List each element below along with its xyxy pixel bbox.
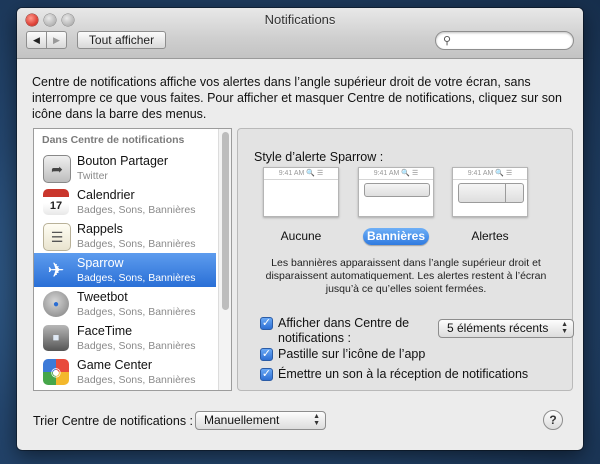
preview-menubar: 9:41 AM 🔍 ☰ (359, 168, 433, 180)
show-all-button[interactable]: Tout afficher (77, 31, 166, 49)
scroll-thumb[interactable] (222, 132, 229, 310)
item-subtitle: Badges, Sons, Bannières (77, 340, 196, 352)
alert-style-description: Les bannières apparaissent dans l’angle … (265, 257, 547, 295)
search-input[interactable] (458, 33, 566, 48)
title-bar: Notifications ◀ ▶ Tout afficher ⚲ (17, 8, 583, 59)
list-item-bouton-partager[interactable]: ➦ Bouton Partager Twitter (34, 151, 216, 185)
item-name: Game Center (77, 358, 153, 372)
style-option-alerts[interactable]: Alertes (450, 229, 530, 243)
list-item-sparrow[interactable]: ✈ Sparrow Badges, Sons, Bannières (34, 253, 216, 287)
item-name: Sparrow (77, 256, 124, 270)
preview-menubar: 9:41 AM 🔍 ☰ (453, 168, 527, 180)
description-text: Centre de notifications affiche vos aler… (32, 75, 562, 121)
alert-shape (458, 183, 524, 203)
sound-label: Émettre un son à la réception de notific… (278, 367, 529, 381)
item-name: Rappels (77, 222, 123, 236)
item-subtitle: Badges, Sons, Bannières (77, 238, 196, 250)
alert-divider (505, 184, 506, 202)
banner-shape (364, 183, 430, 197)
sort-select[interactable]: Manuellement ▲ ▼ (195, 411, 326, 430)
list-item-game-center[interactable]: ◉ Game Center Badges, Sons, Bannières (34, 355, 216, 389)
recent-count-value: 5 éléments récents (447, 321, 549, 335)
back-button[interactable]: ◀ (26, 31, 47, 49)
style-preview-alerts[interactable]: 9:41 AM 🔍 ☰ (452, 167, 528, 217)
item-name: FaceTime (77, 324, 133, 338)
preview-menubar: 9:41 AM 🔍 ☰ (264, 168, 338, 180)
list-scrollbar[interactable] (218, 129, 231, 390)
sort-label: Trier Centre de notifications : (33, 414, 194, 428)
item-subtitle: Badges, Sons, Bannières (77, 272, 196, 284)
item-subtitle: Badges, Sons, Bannières (77, 374, 196, 386)
item-subtitle: Twitter (77, 170, 108, 182)
badge-checkbox[interactable]: ✓ (260, 348, 273, 361)
show-in-center-checkbox[interactable]: ✓ (260, 317, 273, 330)
style-option-none[interactable]: Aucune (261, 229, 341, 243)
select-arrows-icon: ▲ ▼ (561, 321, 568, 335)
item-subtitle: Badges, Sons, Bannières (77, 306, 196, 318)
alert-style-title: Style d’alerte Sparrow : (254, 150, 384, 164)
list-item-tweetbot[interactable]: ● Tweetbot Badges, Sons, Bannières (34, 287, 216, 321)
item-name: Bouton Partager (77, 154, 169, 168)
item-name: Tweetbot (77, 290, 128, 304)
app-list: Dans Centre de notifications ➦ Bouton Pa… (33, 128, 232, 391)
chevron-right-icon: ▶ (53, 34, 60, 45)
facetime-icon: ■ (43, 325, 69, 351)
settings-panel: Style d’alerte Sparrow : 9:41 AM 🔍 ☰ 9:4… (237, 128, 574, 391)
style-preview-none[interactable]: 9:41 AM 🔍 ☰ (263, 167, 339, 217)
sound-checkbox[interactable]: ✓ (260, 368, 273, 381)
calendar-icon: 17 (43, 189, 69, 215)
list-header: Dans Centre de notifications (34, 129, 226, 151)
item-subtitle: Badges, Sons, Bannières (77, 204, 196, 216)
share-icon: ➦ (43, 155, 71, 183)
forward-button[interactable]: ▶ (46, 31, 67, 49)
chevron-left-icon: ◀ (33, 34, 40, 45)
show-in-center-label: Afficher dans Centre de notifications : (278, 316, 410, 345)
recent-count-select[interactable]: 5 éléments récents ▲ ▼ (438, 319, 574, 338)
tweetbot-icon: ● (43, 291, 69, 317)
help-button[interactable]: ? (543, 410, 563, 430)
search-field[interactable]: ⚲ (435, 31, 574, 50)
select-arrows-icon: ▲ ▼ (313, 413, 320, 427)
sort-value: Manuellement (204, 413, 280, 427)
list-item-partial[interactable]: M (34, 389, 216, 390)
preferences-window: Notifications ◀ ▶ Tout afficher ⚲ Centre… (17, 8, 583, 450)
game-center-icon: ◉ (43, 359, 69, 385)
sparrow-icon: ✈ (47, 259, 65, 282)
list-item-facetime[interactable]: ■ FaceTime Badges, Sons, Bannières (34, 321, 216, 355)
style-option-banners[interactable]: Bannières (363, 228, 429, 245)
badge-label: Pastille sur l’icône de l’app (278, 347, 426, 361)
search-icon: ⚲ (443, 35, 452, 47)
window-title: Notifications (264, 12, 336, 27)
item-name: Calendrier (77, 188, 135, 202)
style-preview-banners[interactable]: 9:41 AM 🔍 ☰ (358, 167, 434, 217)
list-item-calendrier[interactable]: 17 Calendrier Badges, Sons, Bannières (34, 185, 216, 219)
list-item-rappels[interactable]: ☰ Rappels Badges, Sons, Bannières (34, 219, 216, 253)
reminders-icon: ☰ (43, 223, 71, 251)
